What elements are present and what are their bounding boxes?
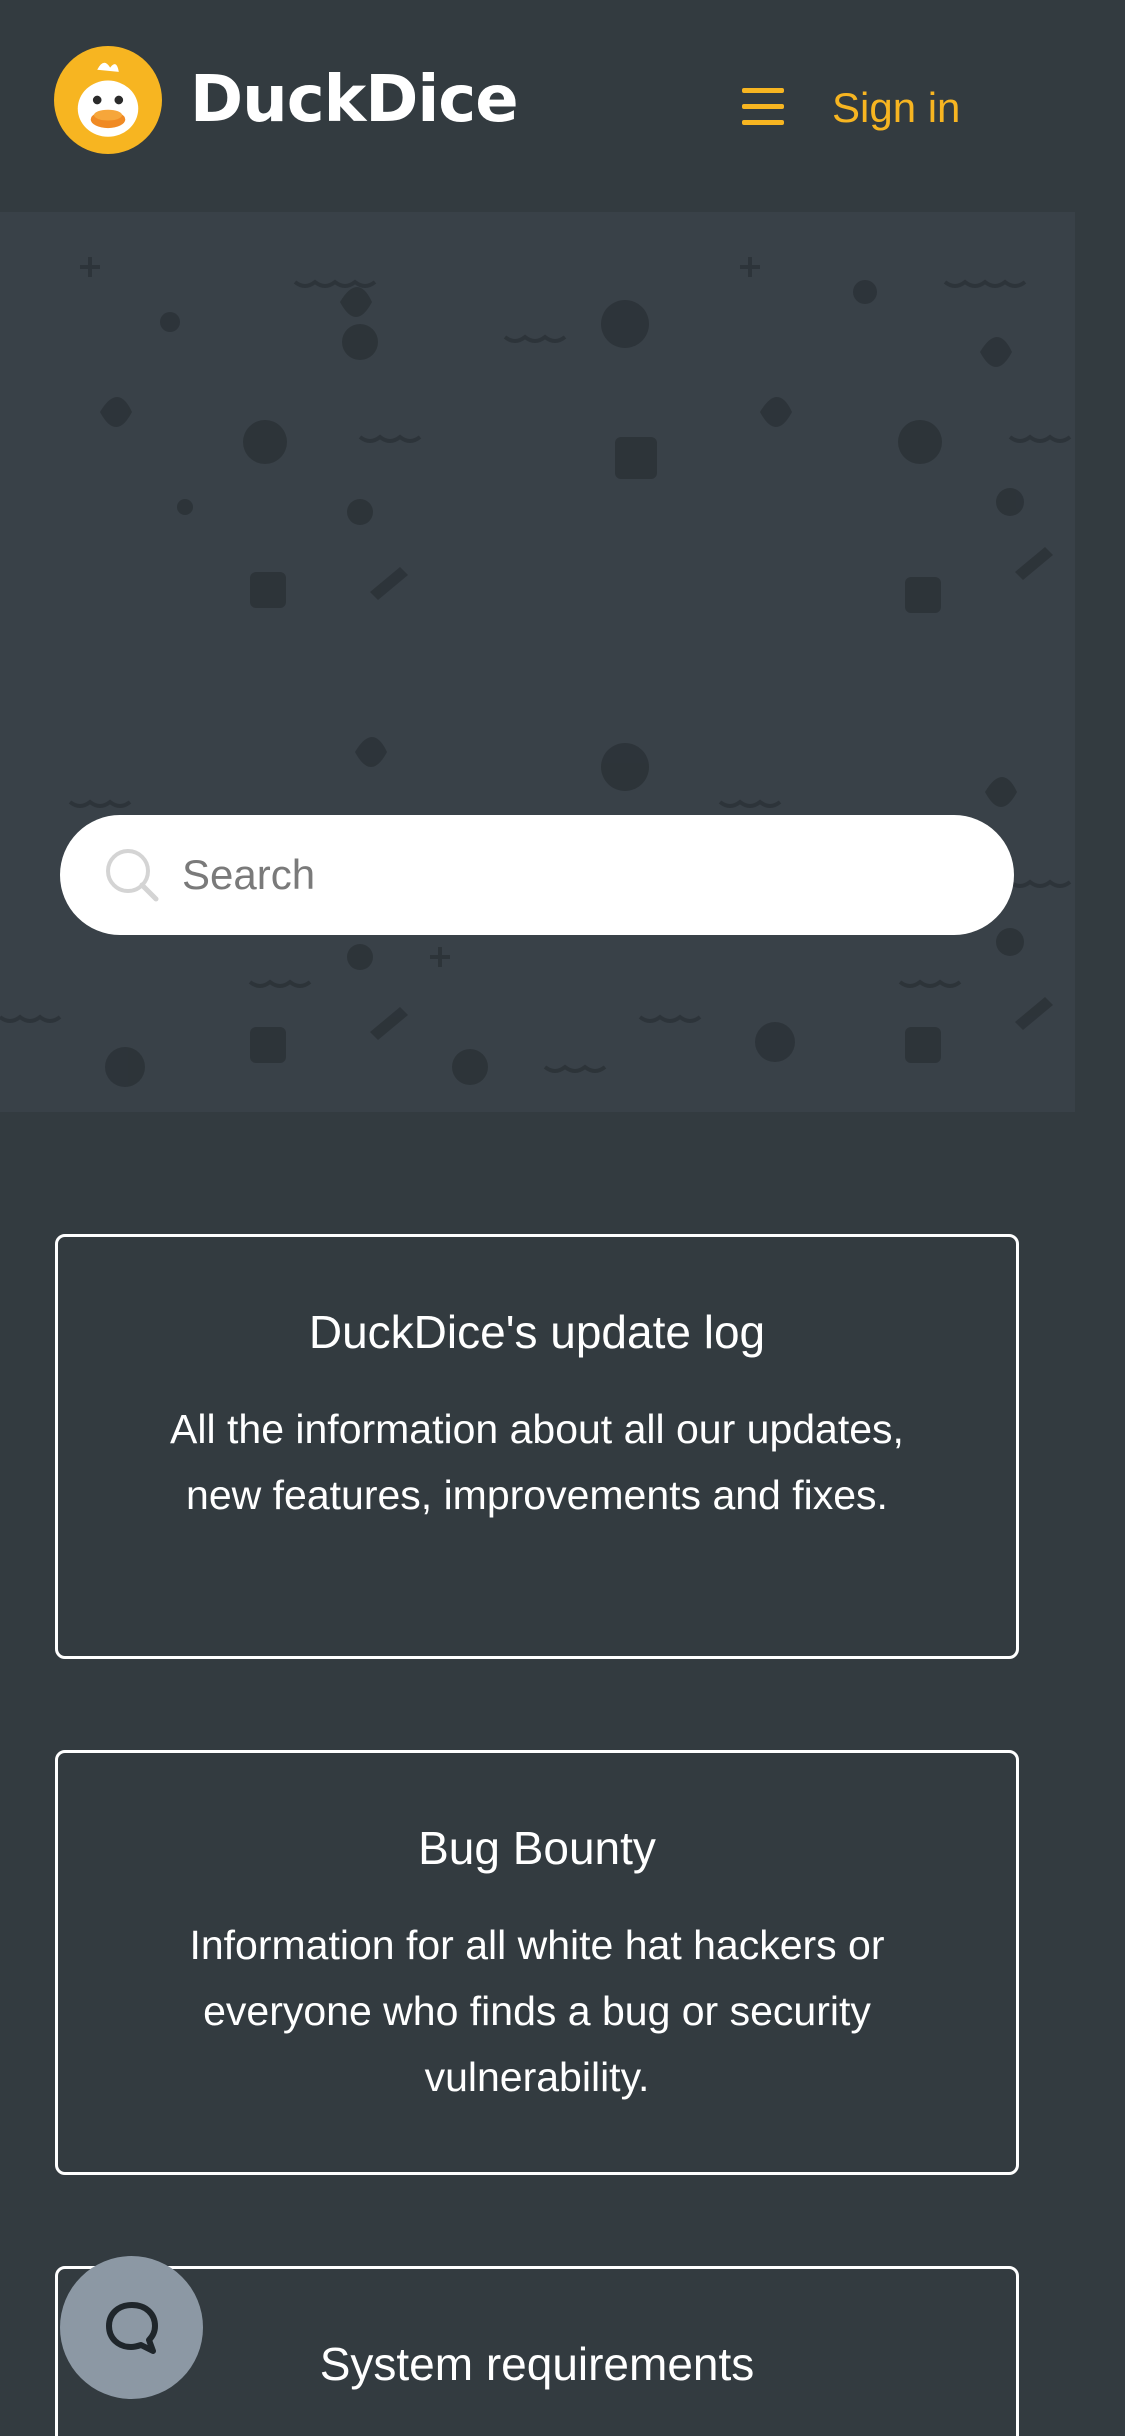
site-header: DuckDice Sign in [0, 0, 1125, 200]
help-center-page: DuckDice Sign in Search DuckDice's updat… [0, 0, 1125, 2436]
search-bar[interactable] [60, 815, 1014, 935]
search-input[interactable] [182, 851, 962, 899]
card-description: All the information about all our update… [170, 1406, 904, 1519]
card-update-log[interactable]: DuckDice's update log All the informatio… [55, 1234, 1019, 1659]
chat-bubble-icon [105, 2301, 158, 2354]
search-icon [106, 849, 159, 902]
card-bug-bounty[interactable]: Bug Bounty Information for all white hat… [55, 1750, 1019, 2175]
card-system-requirements[interactable]: System requirements [55, 2266, 1019, 2436]
card-title: Bug Bounty [418, 1822, 656, 1874]
hamburger-menu-icon [742, 88, 790, 125]
card-title: DuckDice's update log [308, 1306, 766, 1358]
hero-section [0, 212, 1075, 1112]
card-description: Information for all white hat hackers or… [189, 1922, 885, 2101]
sign-in-link[interactable]: Sign in [832, 84, 960, 132]
logo-link[interactable]: DuckDice [54, 46, 519, 154]
menu-button[interactable] [742, 88, 790, 128]
background-pattern [0, 257, 1072, 1087]
brand-name: DuckDice [190, 63, 519, 137]
duck-logo-icon [54, 46, 162, 154]
chat-button[interactable] [60, 2256, 203, 2399]
